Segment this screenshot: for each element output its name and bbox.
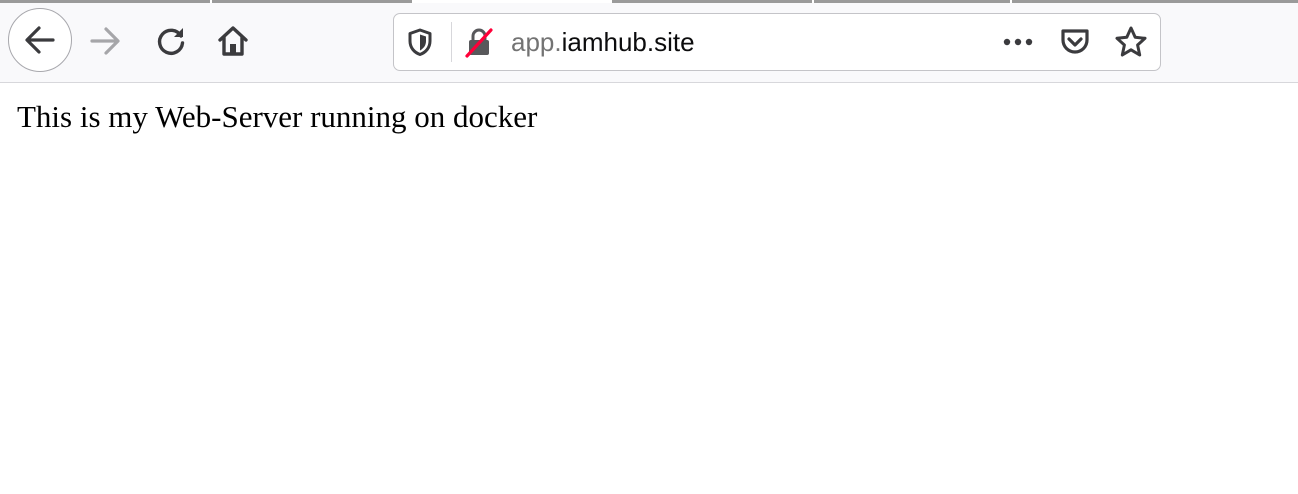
reload-icon: [157, 28, 185, 55]
star-icon: [1115, 26, 1147, 57]
tracking-protection-button[interactable]: [404, 26, 436, 58]
page-actions-button[interactable]: [1000, 26, 1036, 58]
back-button[interactable]: [8, 8, 72, 72]
browser-toolbar: app.iamhub.site: [0, 3, 1298, 83]
insecure-lock-icon: [465, 28, 493, 58]
home-icon: [218, 26, 248, 56]
urlbar-separator: [451, 22, 452, 62]
home-button[interactable]: [212, 20, 254, 62]
shield-icon: [408, 28, 432, 56]
save-to-pocket-button[interactable]: [1057, 25, 1093, 59]
forward-button[interactable]: [84, 20, 126, 62]
ellipsis-icon: [1003, 38, 1033, 46]
url-subdomain: app.: [511, 27, 562, 57]
page-body-text: This is my Web-Server running on docker: [17, 99, 538, 134]
pocket-icon: [1061, 29, 1089, 54]
url-text[interactable]: app.iamhub.site: [511, 27, 695, 57]
url-domain: iamhub.site: [561, 27, 695, 57]
arrow-left-icon: [25, 26, 55, 54]
url-bar[interactable]: app.iamhub.site: [393, 13, 1161, 71]
arrow-right-icon: [90, 27, 120, 55]
site-security-button[interactable]: [462, 25, 496, 59]
bookmark-button[interactable]: [1113, 25, 1149, 59]
reload-button[interactable]: [150, 20, 192, 62]
